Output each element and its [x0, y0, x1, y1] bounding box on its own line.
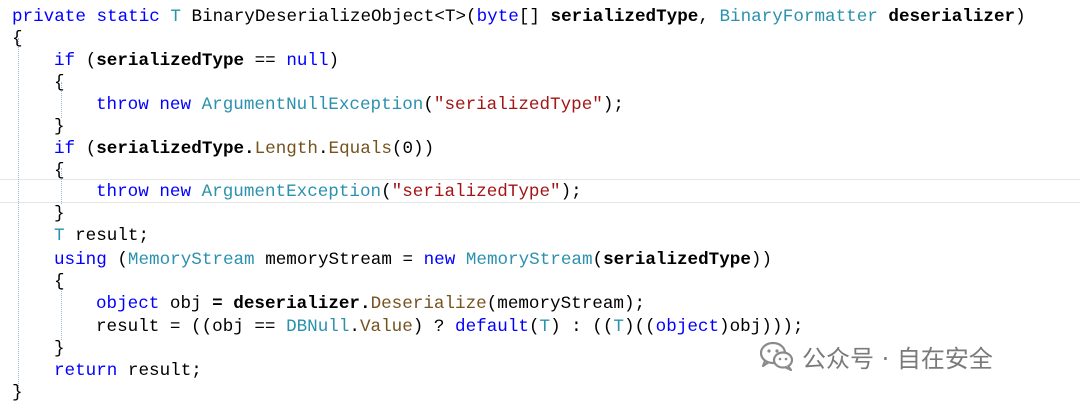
code-line-15: result = ((obj == DBNull.Value) ? defaul… [96, 317, 804, 337]
watermark: 公众号 · 自在安全 [759, 338, 993, 374]
code-line-5: throw new ArgumentNullException("seriali… [96, 95, 624, 115]
code-line-6: } [54, 117, 65, 137]
code-line-2: { [12, 29, 23, 49]
code-line-17: return result; [54, 361, 202, 381]
wechat-icon [759, 341, 794, 372]
code-line-16: } [54, 339, 65, 359]
indent-guide [18, 38, 19, 388]
code-line-8: { [54, 161, 65, 181]
code-line-13: { [54, 272, 65, 292]
code-line-3: if (serializedType == null) [54, 51, 340, 71]
code-line-12: using (MemoryStream memoryStream = new M… [54, 250, 773, 270]
code-line-4: { [54, 73, 65, 93]
code-line-11: T result; [54, 226, 150, 246]
code-line-7: if (serializedType.Length.Equals(0)) [54, 139, 435, 159]
code-line-9: throw new ArgumentException("serializedT… [96, 182, 582, 202]
code-line-14: object obj = deserializer.Deserialize(me… [96, 294, 646, 314]
code-line-10: } [54, 204, 65, 224]
code-line-1: private static T BinaryDeserializeObject… [12, 7, 1026, 27]
watermark-text: 公众号 · 自在安全 [802, 344, 993, 373]
indent-guide [61, 288, 62, 340]
